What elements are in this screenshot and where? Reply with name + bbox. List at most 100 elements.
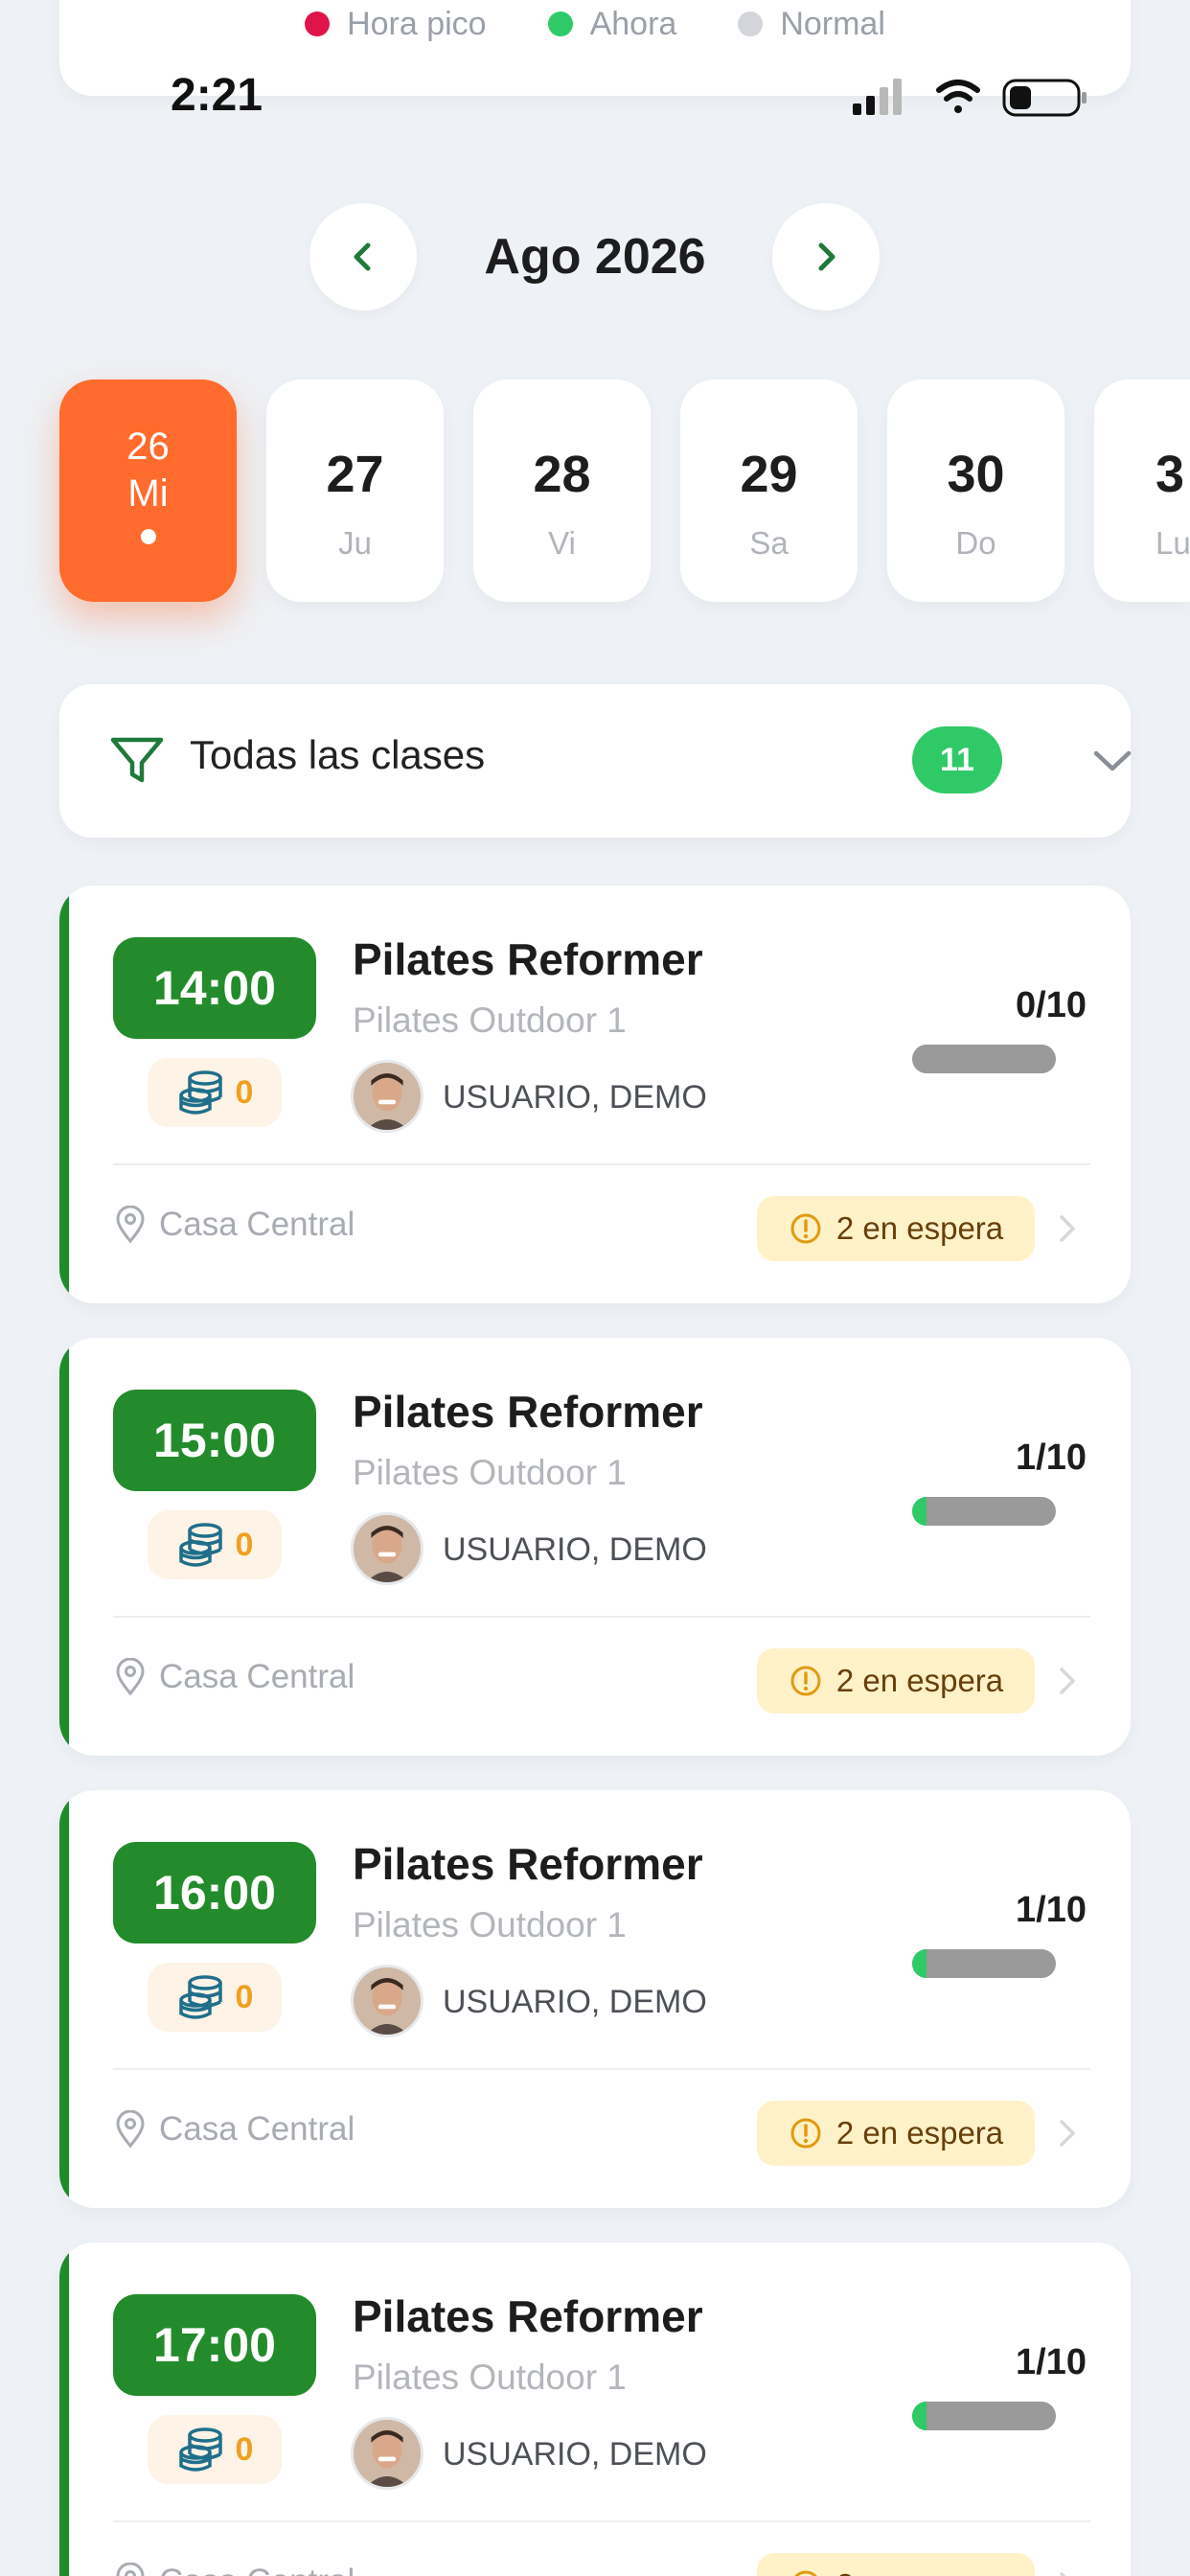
card-divider bbox=[113, 2068, 1090, 2070]
month-navigation: Ago 2026 bbox=[0, 203, 1190, 310]
capacity-count: 0/10 bbox=[1016, 985, 1087, 1025]
location-pin-icon bbox=[116, 1206, 145, 1244]
instructor-name: USUARIO, DEMO bbox=[443, 1531, 707, 1568]
class-card[interactable]: 17:00 0 Pilates Reformer Pilates Outdoor… bbox=[59, 2242, 1131, 2576]
legend-item-normal: Normal bbox=[738, 6, 885, 43]
class-room: Pilates Outdoor 1 bbox=[353, 2358, 627, 2397]
credit-count: 0 bbox=[235, 1526, 254, 1563]
capacity-count: 1/10 bbox=[1016, 2342, 1087, 2382]
day-30[interactable]: 30 Do bbox=[887, 380, 1064, 602]
class-room: Pilates Outdoor 1 bbox=[353, 1905, 627, 1944]
day-number: 27 bbox=[326, 446, 384, 503]
coins-icon bbox=[178, 1975, 222, 2019]
day-next-partial[interactable]: 3 Lu bbox=[1094, 380, 1190, 602]
location-pin-icon bbox=[116, 2563, 145, 2576]
month-label: Ago 2026 bbox=[484, 229, 706, 285]
credit-badge: 0 bbox=[148, 2415, 282, 2484]
legend-item-now: Ahora bbox=[547, 5, 677, 43]
chevron-right-icon bbox=[1060, 1215, 1075, 1242]
card-divider bbox=[113, 2520, 1090, 2522]
day-weekday: Mi bbox=[127, 472, 169, 515]
class-title: Pilates Reformer bbox=[353, 1839, 703, 1889]
waitlist-badge: 2 en espera bbox=[757, 2553, 1035, 2576]
chevron-right-icon bbox=[1060, 2120, 1075, 2147]
credit-badge: 0 bbox=[148, 1963, 282, 2032]
capacity-bar bbox=[912, 1045, 1056, 1073]
chevron-down-icon bbox=[1093, 750, 1132, 771]
alert-circle-icon bbox=[790, 2118, 821, 2149]
instructor-name: USUARIO, DEMO bbox=[443, 1079, 707, 1116]
alert-circle-icon bbox=[794, 2570, 817, 2576]
class-card[interactable]: 16:00 0 Pilates Reformer Pilates Outdoor… bbox=[59, 1790, 1131, 2208]
instructor-name: USUARIO, DEMO bbox=[443, 2436, 707, 2472]
day-27[interactable]: 27 Ju bbox=[266, 380, 444, 602]
waitlist-text: 2 en espera bbox=[835, 2115, 1004, 2150]
capacity-count: 1/10 bbox=[1016, 1438, 1087, 1478]
class-time: 14:00 bbox=[113, 937, 316, 1039]
legend-label-peak: Hora pico bbox=[347, 5, 487, 42]
class-time: 15:00 bbox=[113, 1390, 316, 1491]
alert-circle-icon bbox=[790, 1666, 821, 1696]
legend-label-now: Ahora bbox=[589, 5, 677, 42]
waitlist-badge: 2 en espera bbox=[757, 2101, 1035, 2166]
filter-label: Todas las clases bbox=[190, 732, 486, 777]
credit-badge: 0 bbox=[148, 1510, 282, 1579]
class-card[interactable]: 14:00 0 Pilates Reformer Pilates Outdoor… bbox=[59, 886, 1131, 1303]
chevron-right-icon bbox=[818, 242, 835, 271]
chevron-right-icon bbox=[1060, 2572, 1066, 2576]
legend-dot-normal bbox=[738, 12, 764, 36]
cellular-signal-icon bbox=[853, 79, 902, 115]
instructor-avatar bbox=[351, 2417, 423, 2490]
filter-icon bbox=[110, 737, 164, 783]
legend-dot-peak bbox=[305, 12, 331, 36]
capacity-bar bbox=[912, 1949, 1056, 1978]
day-number: 29 bbox=[740, 446, 798, 503]
coins-icon bbox=[178, 2427, 222, 2472]
waitlist-text: 2 en espera bbox=[835, 1210, 1004, 1246]
class-time: 16:00 bbox=[113, 1842, 316, 1944]
legend-item-peak: Hora pico bbox=[305, 6, 487, 43]
instructor-avatar bbox=[351, 1965, 423, 2037]
card-divider bbox=[113, 1163, 1090, 1165]
capacity-bar-fill bbox=[912, 2402, 927, 2430]
class-title: Pilates Reformer bbox=[353, 1387, 703, 1437]
selected-day-dot bbox=[140, 529, 156, 544]
chevron-right-icon bbox=[1060, 1668, 1075, 1694]
class-location: Casa Central bbox=[159, 1658, 355, 1695]
class-room: Pilates Outdoor 1 bbox=[353, 1000, 627, 1040]
class-filter-dropdown[interactable]: Todas las clases 11 bbox=[59, 684, 1132, 838]
coins-icon bbox=[178, 1523, 222, 1567]
class-room: Pilates Outdoor 1 bbox=[353, 1453, 627, 1492]
capacity-bar bbox=[912, 1497, 1056, 1526]
instructor-name: USUARIO, DEMO bbox=[443, 1984, 707, 2020]
credit-badge: 0 bbox=[148, 1058, 282, 1127]
credit-count: 0 bbox=[235, 1978, 254, 2015]
day-28[interactable]: 28 Vi bbox=[473, 380, 651, 602]
class-location: Casa Central bbox=[159, 1206, 355, 1243]
day-number: 28 bbox=[533, 446, 591, 503]
next-month-button[interactable] bbox=[772, 203, 880, 310]
capacity-bar-fill bbox=[912, 1497, 927, 1526]
day-weekday: Lu bbox=[1156, 525, 1190, 561]
capacity-bar bbox=[912, 2402, 1056, 2430]
day-number: 26 bbox=[126, 426, 170, 468]
class-title: Pilates Reformer bbox=[353, 2291, 703, 2341]
day-29[interactable]: 29 Sa bbox=[680, 380, 858, 602]
capacity-bar-fill bbox=[912, 1949, 927, 1978]
day-weekday: Ju bbox=[338, 525, 372, 561]
alert-circle-icon bbox=[790, 1213, 821, 1244]
location-pin-icon bbox=[116, 2110, 145, 2149]
prev-month-button[interactable] bbox=[309, 203, 417, 310]
waitlist-badge: 2 en espera bbox=[757, 1196, 1035, 1261]
status-icons bbox=[853, 79, 1087, 117]
class-title: Pilates Reformer bbox=[353, 934, 703, 984]
day-number: 3 bbox=[1156, 446, 1185, 503]
class-card[interactable]: 15:00 0 Pilates Reformer Pilates Outdoor… bbox=[59, 1338, 1131, 1756]
waitlist-text: 2 en espera bbox=[835, 1663, 1004, 1698]
day-weekday: Do bbox=[955, 525, 996, 561]
capacity-count: 1/10 bbox=[1016, 1890, 1087, 1930]
legend-dot-now bbox=[547, 12, 573, 36]
instructor-avatar bbox=[351, 1060, 423, 1133]
waitlist-badge: 2 en espera bbox=[757, 1648, 1035, 1714]
day-26-selected[interactable]: 26 Mi bbox=[59, 380, 237, 602]
